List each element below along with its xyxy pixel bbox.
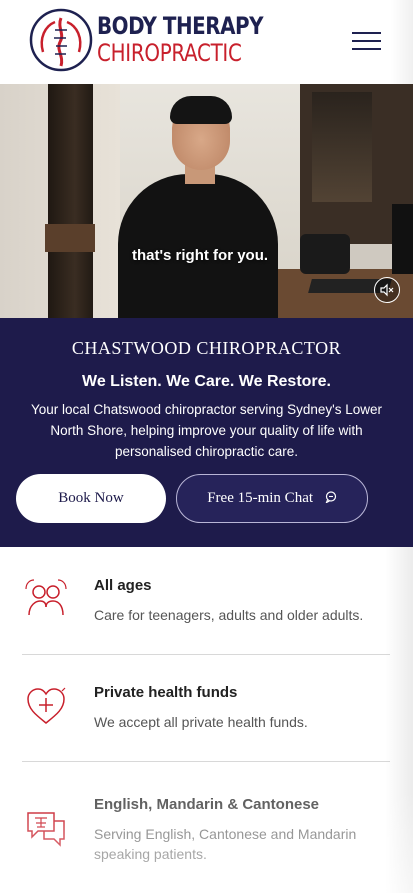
people-icon (24, 577, 68, 621)
book-now-button[interactable]: Book Now (16, 474, 166, 523)
intro-section: CHASTWOOD CHIROPRACTOR We Listen. We Car… (0, 318, 413, 547)
feature-item-languages: English, Mandarin & Cantonese Serving En… (22, 793, 390, 883)
intro-body: Your local Chatswood chiropractor servin… (30, 402, 382, 459)
hero-video[interactable]: that's right for you. (0, 84, 413, 318)
site-header: BODY THERAPY CHIROPRACTIC (0, 0, 413, 84)
feature-divider (22, 654, 390, 655)
feature-item-health-funds: Private health funds We accept all priva… (22, 681, 390, 763)
free-chat-button[interactable]: Free 15-min Chat (176, 474, 368, 523)
feature-item-all-ages: All ages Care for teenagers, adults and … (22, 573, 390, 655)
feature-description: We accept all private health funds. (94, 714, 308, 730)
hamburger-menu-icon[interactable] (352, 28, 383, 52)
feature-title: All ages (94, 577, 152, 594)
video-caption: that's right for you. (131, 247, 269, 264)
free-chat-label: Free 15-min Chat (207, 490, 314, 506)
video-person-hair (170, 96, 232, 124)
logo-subtitle: CHIROPRACTIC (97, 39, 242, 67)
video-person-body (118, 174, 278, 318)
feature-divider (22, 761, 390, 762)
chat-bubble-icon (325, 476, 337, 522)
intro-headline: We Listen. We Care. We Restore. (82, 373, 331, 390)
feature-description: Serving English, Cantonese and Mandarin … (94, 826, 357, 862)
logo-spine-icon[interactable] (29, 8, 93, 72)
feature-title: Private health funds (94, 684, 238, 701)
volume-muted-icon[interactable] (374, 277, 400, 303)
feature-description: Care for teenagers, adults and older adu… (94, 607, 364, 623)
logo-text[interactable]: BODY THERAPY CHIROPRACTIC (97, 12, 277, 66)
features-section: All ages Care for teenagers, adults and … (0, 547, 413, 893)
intro-eyebrow: CHASTWOOD CHIROPRACTOR (71, 338, 342, 358)
heart-plus-icon (24, 685, 68, 729)
language-chat-icon (24, 807, 68, 851)
logo-title: BODY THERAPY (97, 12, 264, 40)
feature-title: English, Mandarin & Cantonese (94, 796, 320, 813)
video-door (48, 84, 93, 318)
